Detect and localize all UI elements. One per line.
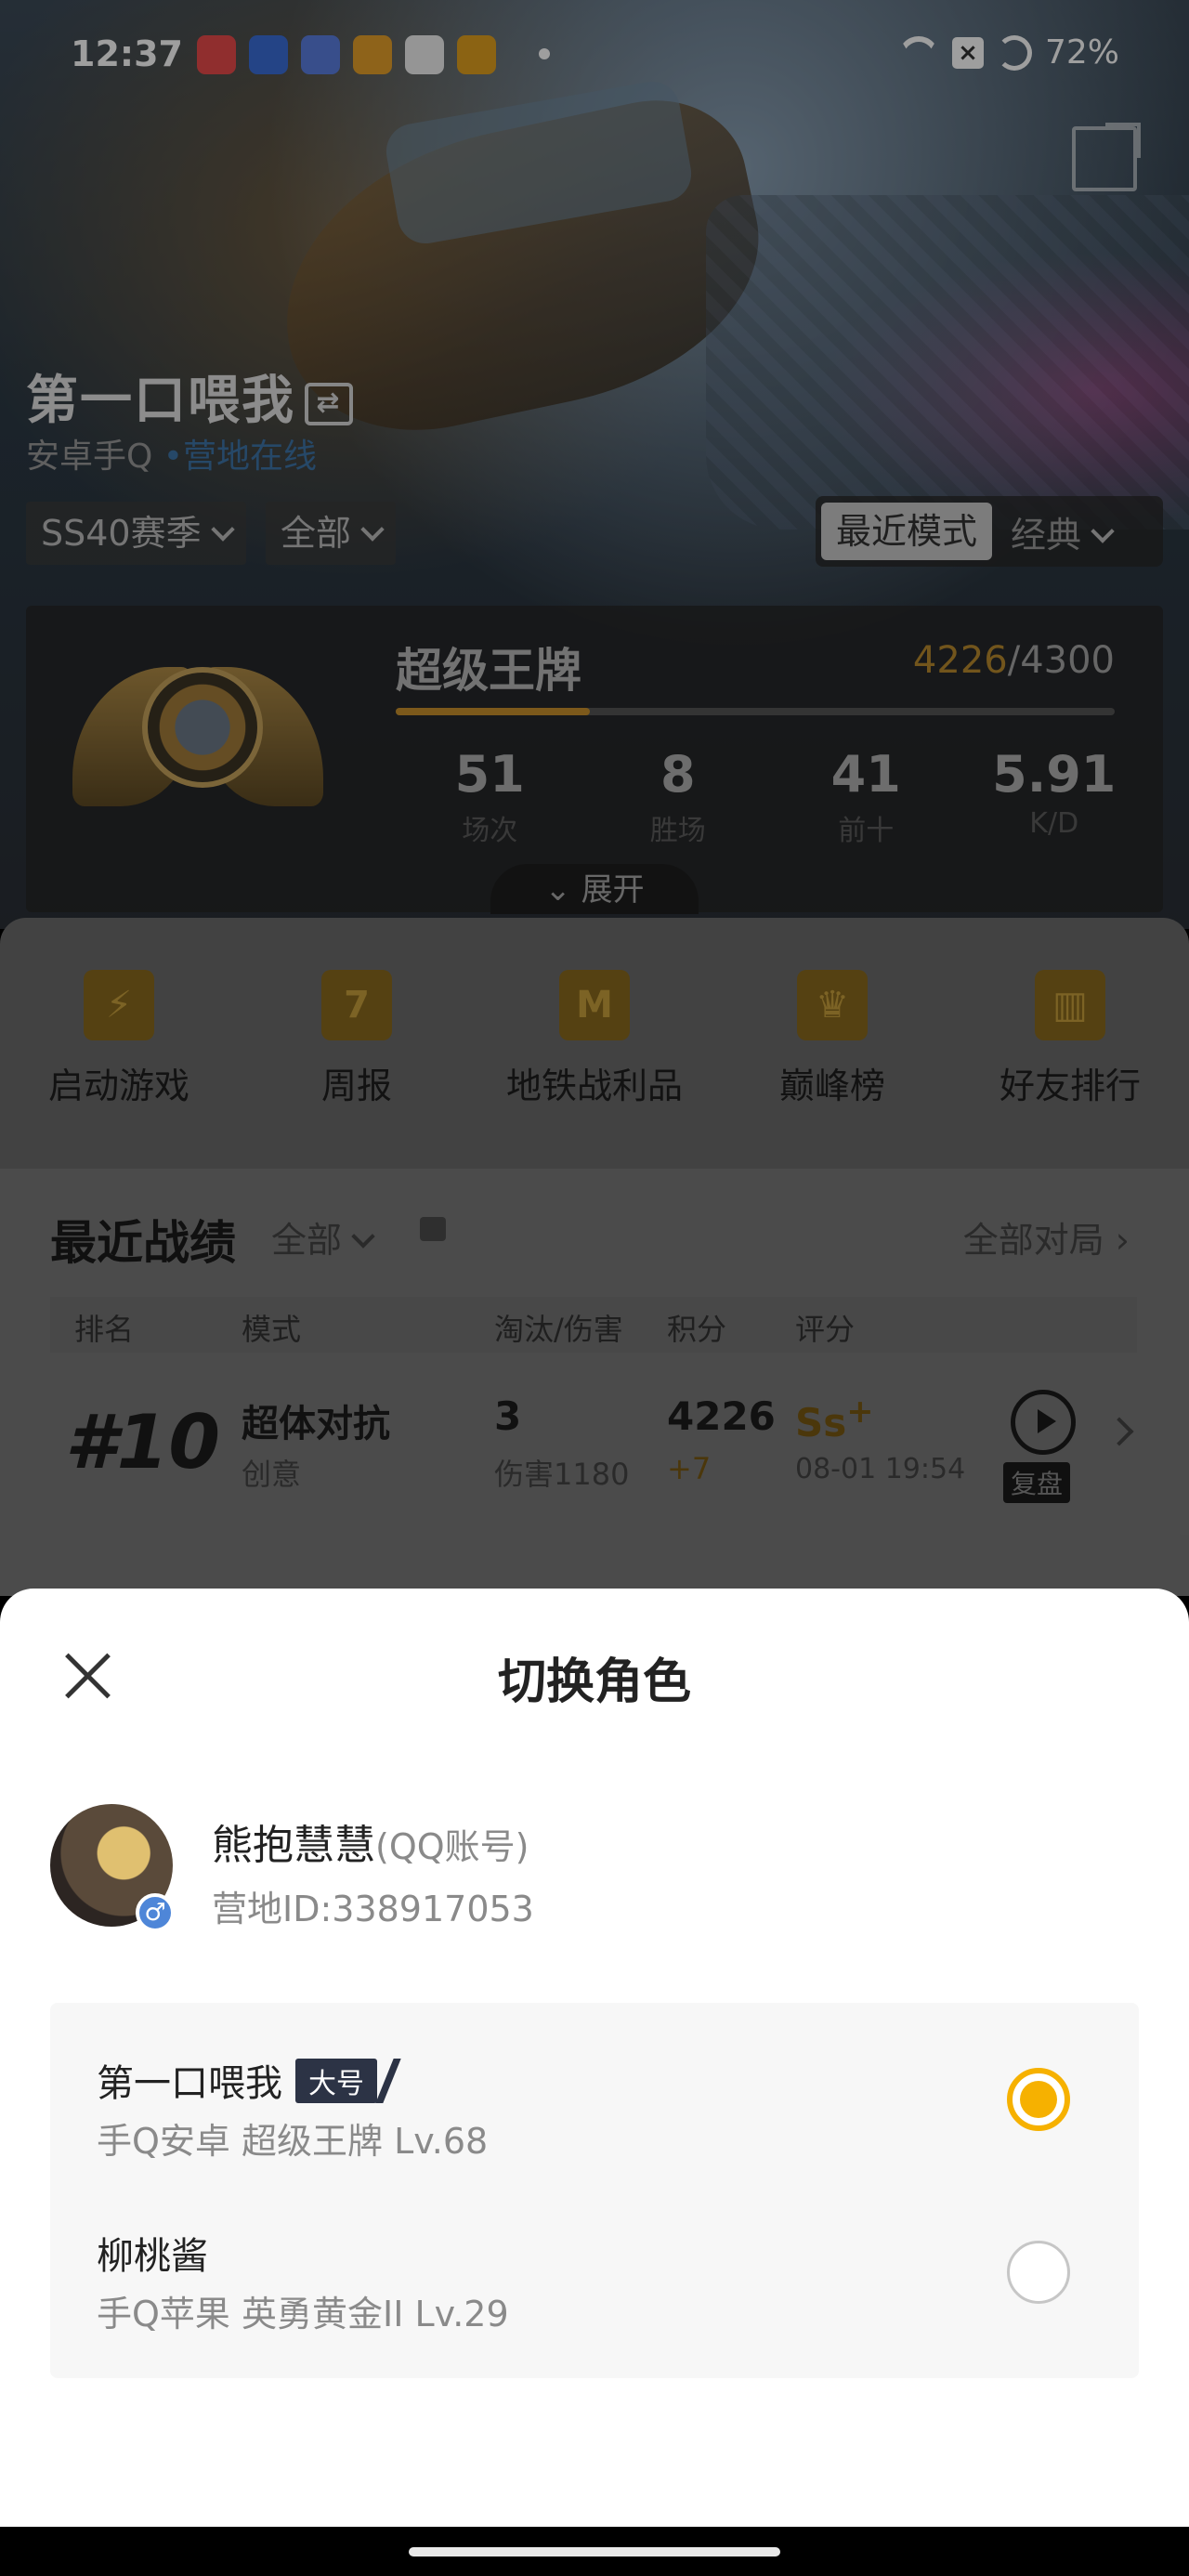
account-info: ♂ 熊抱慧慧(QQ账号) 营地ID:338917053 [50, 1804, 1137, 1934]
role-meta: 手Q苹果 英勇黄金II Lv.29 [97, 2294, 509, 2334]
role-name: 第一口喂我 大号 [97, 2053, 377, 2107]
main-account-tag: 大号 [295, 2059, 377, 2103]
role-name: 柳桃酱 [97, 2235, 208, 2278]
account-name: 熊抱慧慧(QQ账号) [212, 1822, 529, 1869]
camp-id: 营地ID:338917053 [212, 1889, 534, 1929]
role-radio-selected[interactable] [1007, 2068, 1070, 2131]
role-item[interactable]: 第一口喂我 大号 手Q安卓 超级王牌 Lv.68 [50, 2003, 1139, 2176]
role-meta: 手Q安卓 超级王牌 Lv.68 [97, 2121, 489, 2162]
sheet-title: 切换角色 [497, 1654, 691, 1710]
home-indicator[interactable] [409, 2547, 780, 2556]
role-list: 第一口喂我 大号 手Q安卓 超级王牌 Lv.68 柳桃酱 手Q苹果 英勇黄金II … [50, 2003, 1139, 2378]
role-radio[interactable] [1007, 2241, 1070, 2304]
switch-role-sheet: 切换角色 ♂ 熊抱慧慧(QQ账号) 营地ID:338917053 第一口喂我 大号… [0, 1589, 1189, 2527]
role-item[interactable]: 柳桃酱 手Q苹果 英勇黄金II Lv.29 [50, 2176, 1139, 2348]
male-gender-icon: ♂ [136, 1893, 175, 1932]
